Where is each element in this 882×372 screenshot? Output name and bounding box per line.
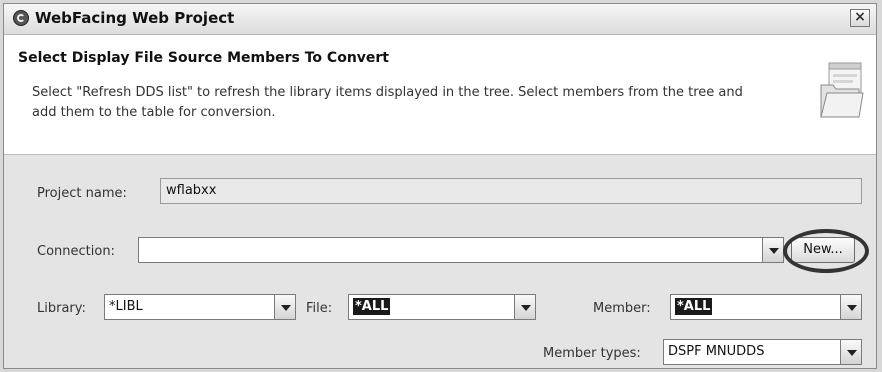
- library-value[interactable]: *LIBL: [104, 294, 274, 320]
- window-title: WebFacing Web Project: [35, 9, 235, 27]
- connection-value[interactable]: [138, 237, 762, 263]
- chevron-down-icon[interactable]: [514, 294, 536, 320]
- file-combo[interactable]: *ALL: [348, 294, 536, 320]
- member-combo[interactable]: *ALL: [670, 294, 862, 320]
- library-label: Library:: [37, 301, 86, 316]
- chevron-down-icon[interactable]: [840, 339, 862, 365]
- new-connection-button[interactable]: New...: [791, 237, 855, 263]
- page-title: Select Display File Source Members To Co…: [18, 50, 389, 66]
- webfacing-app-icon: [13, 10, 29, 26]
- file-value-box[interactable]: *ALL: [348, 294, 514, 320]
- wizard-header: Select Display File Source Members To Co…: [4, 35, 876, 155]
- folder-wizard-icon: [820, 62, 864, 118]
- member-value: *ALL: [675, 298, 713, 315]
- project-name-label: Project name:: [37, 186, 127, 201]
- dialog-window: WebFacing Web Project × Select Display F…: [3, 3, 877, 369]
- member-label: Member:: [593, 301, 651, 316]
- chevron-down-icon[interactable]: [762, 237, 784, 263]
- page-description: Select "Refresh DDS list" to refresh the…: [32, 85, 743, 120]
- connection-label: Connection:: [37, 244, 115, 259]
- member-types-combo[interactable]: DSPF MNUDDS: [663, 339, 862, 365]
- file-label: File:: [306, 301, 333, 316]
- project-name-field[interactable]: wflabxx: [160, 178, 862, 204]
- member-types-label: Member types:: [543, 346, 641, 361]
- file-value: *ALL: [353, 298, 391, 315]
- title-bar: WebFacing Web Project ×: [4, 4, 876, 35]
- member-value-box[interactable]: *ALL: [670, 294, 840, 320]
- member-types-value[interactable]: DSPF MNUDDS: [663, 339, 840, 365]
- chevron-down-icon[interactable]: [274, 294, 296, 320]
- library-combo[interactable]: *LIBL: [104, 294, 296, 320]
- connection-combo[interactable]: [138, 237, 784, 263]
- close-button[interactable]: ×: [850, 9, 870, 27]
- chevron-down-icon[interactable]: [840, 294, 862, 320]
